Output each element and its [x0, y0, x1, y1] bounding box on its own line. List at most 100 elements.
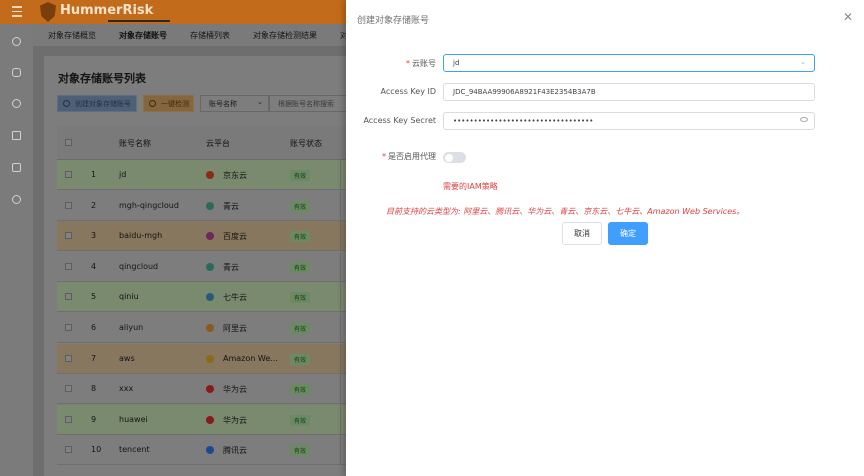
status-badge: 有效 [290, 261, 311, 273]
column-header-platform[interactable]: 云平台 [206, 138, 230, 149]
column-divider [340, 343, 341, 374]
row-number: 9 [91, 414, 97, 424]
row-checkbox[interactable] [65, 293, 72, 301]
sidebar-cloud-icon[interactable] [12, 68, 21, 77]
iam-policy-link[interactable]: 需要的IAM策略 [443, 181, 498, 192]
access-key-id-field[interactable]: JDC_94BAA99906A8921F43E2354B3A7B [443, 83, 815, 101]
platform-name: 七牛云 [223, 293, 247, 303]
column-divider [340, 374, 341, 405]
table-row[interactable]: 9 huawei 华为云 有效 [57, 404, 354, 435]
table-row[interactable]: 10 tencent 腾讯云 有效 [57, 435, 354, 466]
account-name: qiniu [119, 292, 139, 302]
platform-name: 京东云 [223, 171, 247, 180]
table-row[interactable]: 4 qingcloud 青云 有效 [57, 251, 354, 282]
select-all-checkbox[interactable] [65, 139, 72, 146]
platform-logo-icon [206, 446, 214, 455]
platform-logo-icon [206, 232, 214, 241]
platform-logo-icon [206, 385, 214, 394]
platform-name: 百度云 [223, 232, 247, 242]
column-header-status[interactable]: 账号状态 [290, 138, 322, 149]
create-account-label: 创建对象存储账号 [75, 100, 131, 108]
account-name: mgh-qingcloud [119, 200, 179, 210]
menu-toggle-icon[interactable] [12, 6, 22, 18]
status-badge: 有效 [290, 445, 311, 457]
row-checkbox[interactable] [65, 415, 72, 423]
filter-field-select[interactable]: 账号名称 ⌄ [200, 95, 269, 112]
sidebar-list-icon[interactable] [12, 131, 21, 140]
tab-buckets[interactable]: 存储桶列表 [190, 30, 230, 41]
add-circle-icon [63, 100, 70, 107]
row-checkbox[interactable] [65, 232, 72, 240]
row-number: 1 [91, 170, 97, 179]
cancel-button[interactable]: 取消 [562, 222, 602, 245]
create-account-button[interactable]: 创建对象存储账号 [57, 95, 137, 112]
table-row[interactable]: 2 mgh-qingcloud 青云 有效 [57, 190, 354, 221]
proxy-toggle[interactable] [443, 152, 466, 163]
row-checkbox[interactable] [65, 385, 72, 393]
access-key-secret-field[interactable]: •••••••••••••••••••••••••••••••••• [443, 112, 815, 130]
platform-name: 青云 [223, 262, 239, 272]
status-badge: 有效 [290, 200, 311, 212]
access-key-secret-label: Access Key Secret [363, 116, 436, 125]
tab-overview[interactable]: 对象存储概览 [48, 30, 96, 41]
tab-accounts[interactable]: 对象存储账号 [119, 30, 167, 41]
row-checkbox[interactable] [65, 171, 72, 178]
table-row[interactable]: 3 baidu-mgh 百度云 有效 [57, 221, 354, 252]
account-name: tencent [119, 445, 150, 455]
one-click-check-button[interactable]: 一键检测 [143, 95, 194, 112]
row-checkbox[interactable] [65, 262, 72, 270]
platform-logo-icon [206, 415, 214, 424]
platform-name: 阿里云 [223, 324, 247, 333]
status-badge: 有效 [290, 323, 311, 334]
status-badge: 有效 [290, 231, 311, 243]
table-row[interactable]: 6 aliyun 阿里云 有效 [57, 313, 354, 343]
active-tab-indicator [108, 20, 170, 22]
eye-icon[interactable] [800, 117, 808, 122]
confirm-button[interactable]: 确定 [608, 222, 648, 245]
account-name: qingcloud [119, 261, 159, 271]
account-name: aliyun [119, 323, 144, 332]
account-name: aws [119, 353, 135, 363]
tab-results[interactable]: 对象存储检测结果 [253, 30, 317, 41]
platform-logo-icon [206, 324, 214, 332]
row-checkbox[interactable] [65, 324, 72, 331]
platform-logo-icon [206, 262, 214, 271]
column-divider [340, 282, 341, 313]
row-number: 5 [91, 292, 97, 302]
platform-logo-icon [206, 171, 214, 179]
status-badge: 有效 [290, 414, 311, 426]
row-checkbox[interactable] [65, 354, 72, 362]
check-circle-icon [149, 100, 156, 107]
filter-field-value: 账号名称 [209, 100, 237, 108]
row-number: 3 [91, 231, 97, 241]
column-divider [340, 404, 341, 435]
platform-name: 腾讯云 [223, 446, 247, 456]
table-header: 账号名称 云平台 账号状态 [57, 126, 354, 160]
sidebar [0, 24, 33, 476]
create-account-drawer: 创建对象存储账号 ✕ * 云账号 jd ⌄ Access Key ID JDC_9… [346, 0, 864, 476]
column-divider [340, 190, 341, 221]
table-row[interactable]: 1 jd 京东云 有效 [57, 160, 354, 190]
one-click-check-label: 一键检测 [161, 100, 189, 108]
close-icon[interactable]: ✕ [843, 11, 853, 23]
sidebar-dashboard-icon[interactable] [12, 37, 21, 46]
app-name: HummerRisk [60, 3, 154, 18]
table-row[interactable]: 7 aws Amazon We... 有效 [57, 343, 354, 374]
column-divider [340, 435, 341, 466]
row-number: 7 [91, 353, 97, 363]
platform-logo-icon [206, 201, 214, 210]
search-input[interactable]: 根据账号名称搜索 [269, 95, 354, 112]
cloud-account-value: jd [453, 59, 460, 67]
sidebar-grid-icon[interactable] [12, 163, 21, 172]
column-header-name[interactable]: 账号名称 [119, 138, 151, 149]
status-badge: 有效 [290, 353, 311, 365]
cloud-account-select[interactable]: jd ⌄ [443, 54, 815, 72]
table-row[interactable]: 5 qiniu 七牛云 有效 [57, 282, 354, 313]
table-row[interactable]: 8 xxx 华为云 有效 [57, 374, 354, 405]
sidebar-settings-icon[interactable] [12, 99, 21, 108]
sidebar-gear-icon[interactable] [12, 195, 21, 204]
app-logo-icon [40, 2, 56, 22]
account-name: huawei [119, 414, 148, 424]
row-checkbox[interactable] [65, 201, 72, 209]
row-checkbox[interactable] [65, 446, 72, 454]
